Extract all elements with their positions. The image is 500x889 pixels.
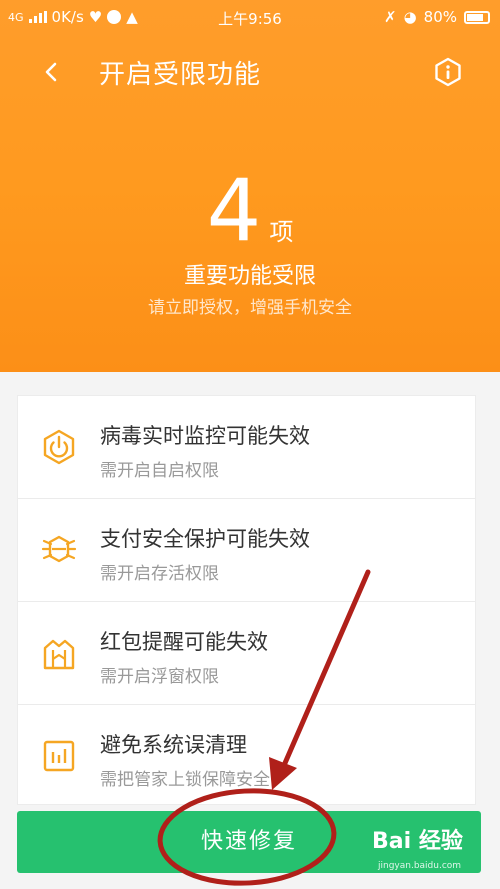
bug-icon bbox=[41, 535, 77, 563]
count-number: 4 bbox=[206, 161, 262, 261]
item-title: 支付安全保护可能失效 bbox=[100, 527, 310, 551]
red-packet-icon bbox=[43, 639, 75, 670]
list-item[interactable]: 红包提醒可能失效 需开启浮窗权限 bbox=[18, 602, 475, 705]
item-title: 红包提醒可能失效 bbox=[100, 630, 268, 654]
subtitle-text: 请立即授权，增强手机安全 bbox=[148, 298, 352, 318]
item-subtitle: 需开启浮窗权限 bbox=[100, 667, 219, 687]
restricted-feature-list: 病毒实时监控可能失效 需开启自启权限 支付安全保护可能失效 需开启存活权限 红包… bbox=[17, 395, 476, 805]
baidu-jingyan-watermark: Bai 经验 jingyan.baidu.com bbox=[372, 815, 472, 877]
battery-icon bbox=[464, 10, 490, 24]
lock-box-icon bbox=[43, 740, 75, 772]
list-item[interactable]: 病毒实时监控可能失效 需开启自启权限 bbox=[18, 396, 475, 499]
back-arrow-icon[interactable] bbox=[38, 56, 64, 88]
info-hexagon-icon[interactable] bbox=[433, 57, 463, 87]
list-item[interactable]: 避免系统误清理 需把管家上锁保障安全 bbox=[18, 705, 475, 804]
status-bar: 4G 0K/s ♥ ▲ 上午9:56 ✗ ◕ 80% bbox=[0, 0, 500, 34]
watermark-logo: Bai 经验 bbox=[372, 829, 463, 854]
count-unit: 项 bbox=[269, 218, 294, 246]
wifi-icon: ◕ bbox=[403, 8, 417, 26]
list-item[interactable]: 支付安全保护可能失效 需开启存活权限 bbox=[18, 499, 475, 602]
app-toolbar: 开启受限功能 bbox=[0, 50, 500, 94]
item-subtitle: 需把管家上锁保障安全 bbox=[100, 770, 270, 790]
item-subtitle: 需开启存活权限 bbox=[100, 564, 219, 584]
item-subtitle: 需开启自启权限 bbox=[100, 461, 219, 481]
item-title: 避免系统误清理 bbox=[100, 733, 247, 757]
header-banner: 4G 0K/s ♥ ▲ 上午9:56 ✗ ◕ 80% 开启受限功能 4项 重要功… bbox=[0, 0, 500, 372]
summary-text: 重要功能受限 bbox=[183, 264, 316, 289]
watermark-url: jingyan.baidu.com bbox=[378, 861, 462, 871]
power-hexagon-icon bbox=[43, 429, 75, 465]
battery-level: 80% bbox=[423, 8, 457, 26]
mute-icon: ✗ bbox=[383, 8, 397, 26]
page-title: 开启受限功能 bbox=[99, 60, 262, 90]
item-title: 病毒实时监控可能失效 bbox=[100, 424, 310, 448]
restricted-count: 4项 bbox=[0, 168, 500, 254]
